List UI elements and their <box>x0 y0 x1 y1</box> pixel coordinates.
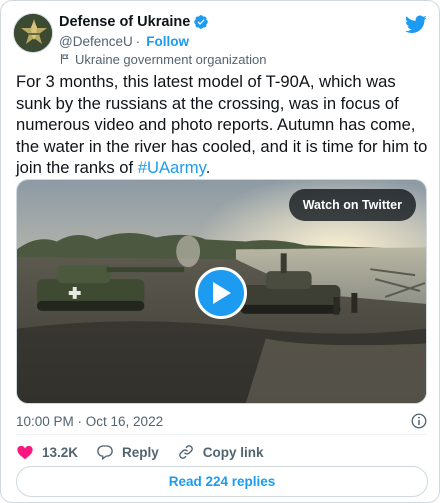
reply-button[interactable]: Reply <box>96 443 159 461</box>
link-icon <box>178 445 193 459</box>
soldier-figure <box>333 296 340 315</box>
ministry-emblem-icon <box>14 14 52 52</box>
copy-link-button[interactable]: Copy link <box>177 443 264 461</box>
reply-icon <box>97 445 113 461</box>
like-count: 13.2K <box>42 444 79 460</box>
heart-icon <box>17 445 33 460</box>
tweet-text: For 3 months, this latest model of T-90A… <box>16 71 428 179</box>
tweet-text-end: . <box>205 158 211 177</box>
twitter-bird-icon[interactable] <box>405 13 427 35</box>
author-name[interactable]: Defense of Ukraine <box>59 14 190 30</box>
follow-button[interactable]: Follow <box>146 34 189 49</box>
tweet-meta: 10:00 PM · Oct 16, 2022 <box>16 411 428 431</box>
timestamp[interactable]: 10:00 PM · Oct 16, 2022 <box>16 414 163 429</box>
tweet-text-body: For 3 months, this latest model of T-90A… <box>16 72 428 177</box>
tweet-card: Defense of Ukraine @DefenceU · Follow Uk… <box>0 0 440 503</box>
tweet-header: Defense of Ukraine @DefenceU · Follow Uk… <box>13 11 427 67</box>
like-button[interactable]: 13.2K <box>16 443 78 461</box>
government-label-text: Ukraine government organization <box>75 51 267 67</box>
reply-label: Reply <box>122 444 159 460</box>
video-thumbnail[interactable]: Watch on Twitter <box>16 179 427 404</box>
avatar[interactable] <box>13 13 53 53</box>
author-block: Defense of Ukraine @DefenceU · Follow Uk… <box>59 13 267 67</box>
copy-link-label: Copy link <box>202 444 264 460</box>
hashtag-link[interactable]: #UAarmy <box>138 158 206 177</box>
verified-badge-icon <box>194 15 209 29</box>
handle-row: @DefenceU · Follow <box>59 32 267 50</box>
info-icon[interactable] <box>410 412 428 430</box>
government-label: Ukraine government organization <box>59 51 267 67</box>
flag-icon <box>61 54 69 64</box>
read-replies-button[interactable]: Read 224 replies <box>16 466 428 497</box>
watch-on-twitter-button[interactable]: Watch on Twitter <box>288 189 416 221</box>
play-icon <box>213 282 231 304</box>
play-button[interactable] <box>195 267 247 319</box>
separator-dot: · <box>135 33 141 49</box>
divider <box>16 434 426 435</box>
name-row: Defense of Ukraine <box>59 13 267 31</box>
action-bar: 13.2K Reply Copy link <box>16 441 282 463</box>
soldier-figure <box>351 292 358 313</box>
author-handle[interactable]: @DefenceU <box>59 34 133 49</box>
